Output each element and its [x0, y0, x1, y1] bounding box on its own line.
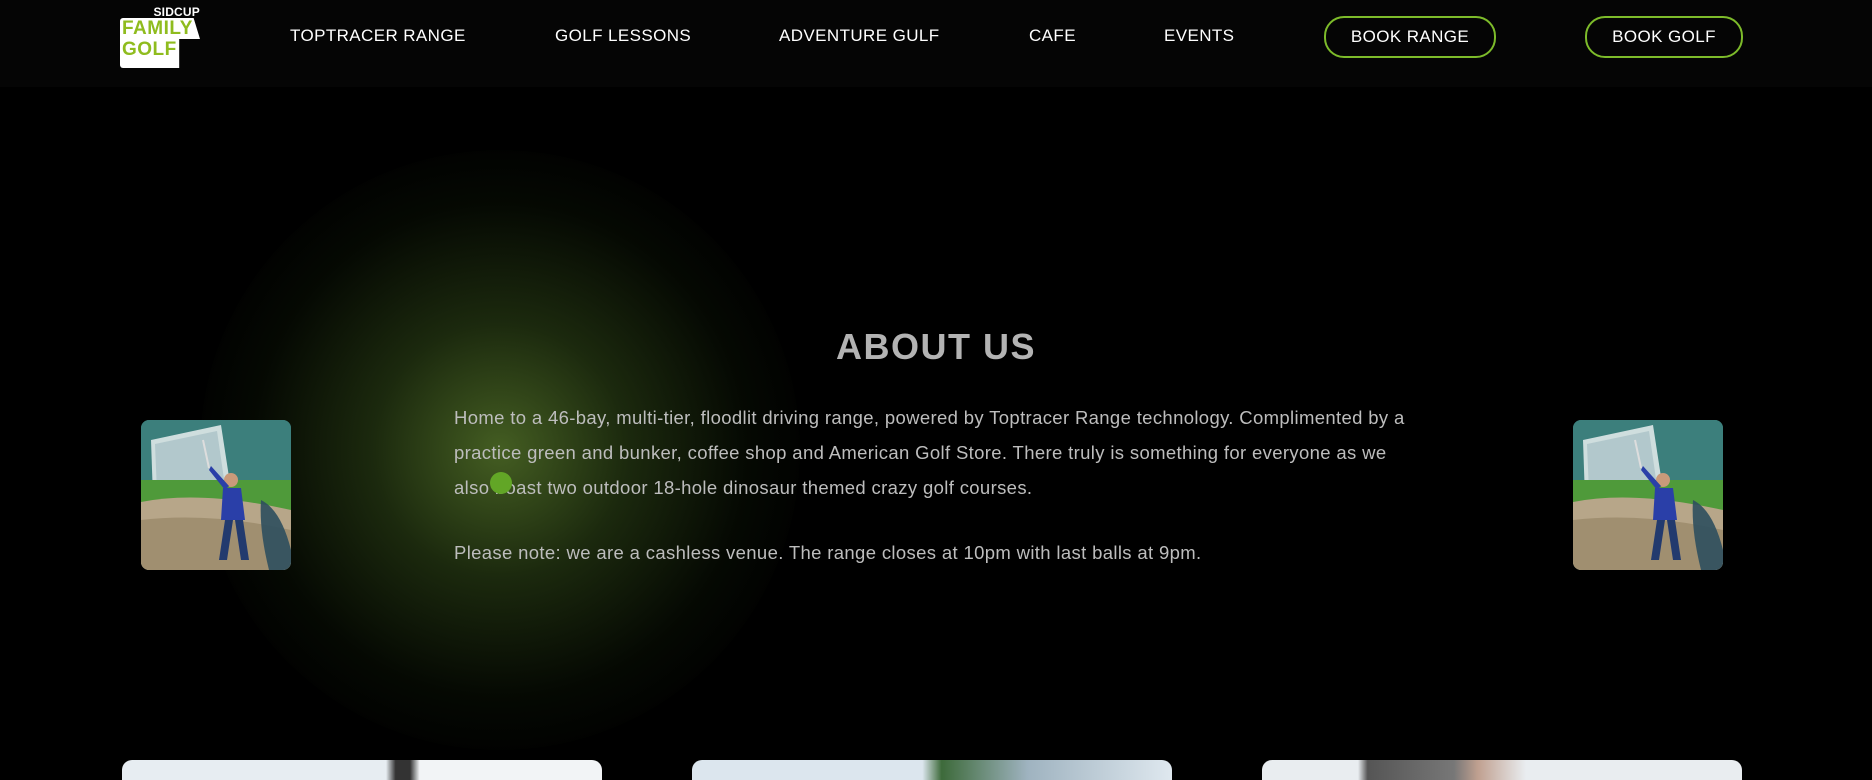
feature-card[interactable] — [692, 760, 1172, 780]
logo-line-2: GOLF — [122, 39, 177, 60]
about-paragraph: Home to a 46-bay, multi-tier, floodlit d… — [454, 407, 1405, 498]
site-logo[interactable]: SIDCUP FAMILY GOLF — [120, 6, 202, 68]
golfer-photo-left — [141, 420, 291, 570]
logo-top-text: SIDCUP — [153, 5, 200, 19]
nav-adventure-gulf[interactable]: ADVENTURE GULF — [779, 26, 940, 46]
logo-line-1: FAMILY — [122, 18, 193, 39]
cursor-dot — [490, 472, 512, 494]
site-header: SIDCUP FAMILY GOLF TOPTRACER RANGE GOLF … — [0, 0, 1872, 87]
about-note: Please note: we are a cashless venue. Th… — [454, 542, 1202, 563]
nav-events[interactable]: EVENTS — [1164, 26, 1234, 46]
about-content: Home to a 46-bay, multi-tier, floodlit d… — [454, 400, 1424, 570]
feature-card[interactable] — [1262, 760, 1742, 780]
nav-cafe[interactable]: CAFE — [1029, 26, 1076, 46]
golfer-photo-right — [1573, 420, 1723, 570]
feature-card[interactable] — [122, 760, 602, 780]
book-golf-button[interactable]: BOOK GOLF — [1585, 16, 1743, 58]
nav-toptracer-range[interactable]: TOPTRACER RANGE — [290, 26, 466, 46]
book-range-button[interactable]: BOOK RANGE — [1324, 16, 1496, 58]
nav-golf-lessons[interactable]: GOLF LESSONS — [555, 26, 691, 46]
about-title: ABOUT US — [836, 326, 1036, 367]
